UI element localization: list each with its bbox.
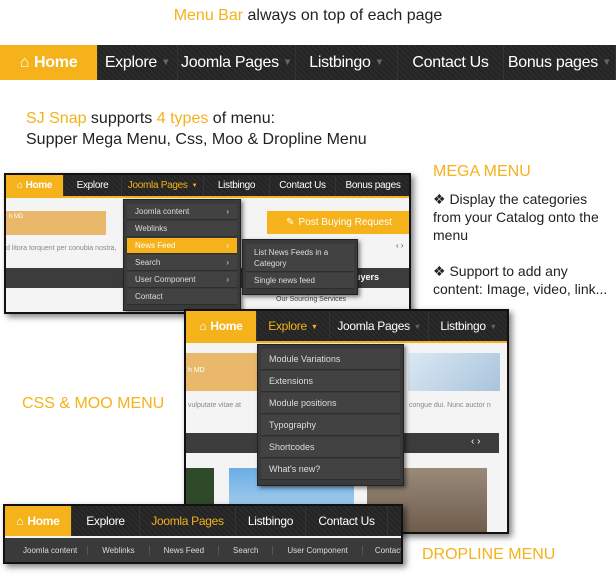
chevron-down-icon: ▼ <box>489 321 497 331</box>
nav-contact-us[interactable]: Contact Us <box>306 506 388 536</box>
nav-explore[interactable]: Explore <box>72 506 140 536</box>
dropline-subnav: Joomla content Weblinks News Feed Search… <box>5 538 401 562</box>
nav-bonus-pages[interactable]: Bonus pages <box>336 175 409 196</box>
dropline-menu-screenshot: ⌂ Home Explore Joomla Pages Listbingo Con… <box>3 504 403 564</box>
mega-menu-screenshot: ⌂ Home Explore Joomla Pages ▼ Listbingo Co… <box>4 173 411 314</box>
menu-item[interactable]: Shortcodes <box>261 437 400 458</box>
nav-home[interactable]: ⌂ Home <box>5 506 72 536</box>
nav-listbingo[interactable]: Listbingo ▼ <box>296 45 398 80</box>
mega-submenu: List News Feeds in a Category Single new… <box>242 239 358 295</box>
nav-bonus-pages[interactable]: Bonus pages ▼ <box>504 45 616 80</box>
menu-item[interactable]: Extensions <box>261 371 400 392</box>
nav-listbingo[interactable]: Listbingo ▼ <box>429 311 507 341</box>
menu-item[interactable]: Search › <box>127 255 237 271</box>
menu-item[interactable]: Typography <box>261 415 400 436</box>
nav-home[interactable]: ⌂ Home <box>6 175 64 196</box>
slider-arrows[interactable]: ‹ › <box>471 436 480 447</box>
page-title: Menu Bar always on top of each page <box>173 7 443 24</box>
chevron-down-icon: ▼ <box>601 57 612 68</box>
menu-item[interactable]: Joomla content › <box>127 204 237 220</box>
menu-item[interactable]: Weblinks <box>127 221 237 237</box>
menu-item[interactable]: User Component › <box>127 272 237 288</box>
logo-banner: h MD <box>6 211 106 235</box>
subnav-item[interactable]: News Feed <box>150 545 220 555</box>
home-icon: ⌂ <box>16 514 24 528</box>
home-icon: ⌂ <box>199 319 207 333</box>
mega-menu-heading: MEGA MENU <box>433 163 531 180</box>
sourcing-link[interactable]: Our Sourcing Services <box>276 296 346 303</box>
chevron-down-icon: ▼ <box>374 57 385 68</box>
dropline-heading: DROPLINE MENU <box>422 546 556 563</box>
background-text: d litora torquent per conubia nostra, <box>6 245 117 252</box>
nav-home[interactable]: ⌂ Home <box>0 45 98 80</box>
nav-joomla-pages[interactable]: Joomla Pages ▼ <box>122 175 204 196</box>
mega-nav: ⌂ Home Explore Joomla Pages ▼ Listbingo Co… <box>6 175 409 198</box>
subnav-item[interactable]: Joomla content <box>5 545 89 555</box>
nav-home[interactable]: ⌂ Home <box>186 311 257 341</box>
subnav-item[interactable]: Weblinks <box>88 545 150 555</box>
menu-item[interactable]: Module positions <box>261 393 400 414</box>
subnav-item[interactable]: User Component <box>273 545 363 555</box>
mega-bullet: ❖ Display the categories from your Catal… <box>433 191 599 243</box>
banner-image <box>408 353 500 391</box>
nav-joomla-pages[interactable]: Joomla Pages ▼ <box>178 45 296 80</box>
chevron-down-icon: ▼ <box>160 57 171 68</box>
nav-listbingo[interactable]: Listbingo <box>204 175 270 196</box>
nav-listbingo[interactable]: Listbingo <box>236 506 306 536</box>
main-menu-bar: ⌂ Home Explore ▼ Joomla Pages ▼ Listbingo ▼ … <box>0 45 616 80</box>
nav-joomla-pages[interactable]: Joomla Pages <box>140 506 236 536</box>
post-buying-request-button[interactable]: ✎ Post Buying Request <box>267 211 409 234</box>
chevron-down-icon: ▼ <box>310 321 318 331</box>
intro-text: SJ Snap supports 4 types of menu: Supper… <box>26 110 367 148</box>
background-text: vulputate vitae at <box>188 402 241 409</box>
chevron-down-icon: ▼ <box>413 321 421 331</box>
chevron-down-icon: ▼ <box>282 57 293 68</box>
menu-item[interactable]: What's new? <box>261 459 400 480</box>
mega-dropdown: Joomla content › Weblinks News Feed › Sear… <box>123 199 241 311</box>
nav-contact-us[interactable]: Contact Us <box>398 45 504 80</box>
edit-icon: ✎ <box>286 217 295 228</box>
nav-contact-us[interactable]: Contact Us <box>270 175 336 196</box>
menu-item[interactable]: Contact <box>127 289 237 305</box>
menu-item[interactable]: List News Feeds in a Category <box>246 244 354 272</box>
menu-item[interactable]: Single news feed <box>246 273 354 289</box>
css-moo-dropdown: Module Variations Extensions Module posi… <box>257 344 404 486</box>
buyers-heading: uyers <box>355 272 380 282</box>
background-text: congue dui. Nunc auctor n <box>409 402 491 409</box>
css-moo-menu-screenshot: ⌂ Home Explore ▼ Joomla Pages ▼ Listbingo ▼ … <box>184 309 509 534</box>
home-icon: ⌂ <box>16 180 23 191</box>
mega-bullet: ❖ Support to add any content: Image, vid… <box>433 263 608 297</box>
css-moo-heading: CSS & MOO MENU <box>22 395 165 412</box>
slider-arrows[interactable]: ‹ › <box>396 241 404 250</box>
nav-joomla-pages[interactable]: Joomla Pages ▼ <box>330 311 429 341</box>
nav-explore[interactable]: Explore <box>64 175 122 196</box>
subnav-item[interactable]: Search <box>219 545 274 555</box>
menu-item[interactable]: News Feed › <box>127 238 237 254</box>
chevron-down-icon: ▼ <box>191 182 198 189</box>
nav-explore[interactable]: Explore ▼ <box>257 311 330 341</box>
logo-banner: h MD <box>186 353 266 391</box>
nav-explore[interactable]: Explore ▼ <box>98 45 178 80</box>
menu-item[interactable]: Module Variations <box>261 349 400 370</box>
dropline-nav: ⌂ Home Explore Joomla Pages Listbingo Con… <box>5 506 401 536</box>
subnav-item[interactable]: Contact <box>363 546 401 555</box>
home-icon: ⌂ <box>19 53 30 71</box>
css-moo-nav: ⌂ Home Explore ▼ Joomla Pages ▼ Listbingo ▼ <box>186 311 507 343</box>
